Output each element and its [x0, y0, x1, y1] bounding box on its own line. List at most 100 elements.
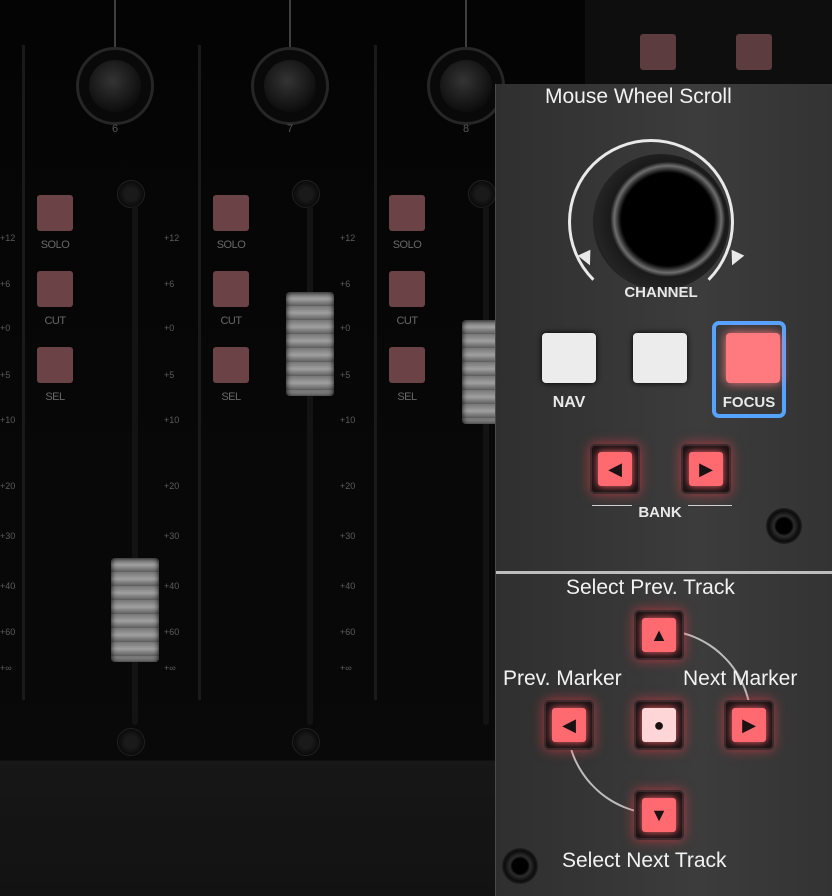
scale-mark: +0 [164, 323, 175, 333]
cut-label: CUT [220, 315, 242, 327]
screw [117, 180, 145, 208]
sel-label: SEL [397, 391, 417, 403]
triangle-left-icon: ◀ [598, 452, 632, 486]
nav-label: NAV [552, 394, 586, 411]
scale-mark: +∞ [340, 663, 352, 673]
scale-mark: +0 [0, 323, 11, 333]
scale-mark: +60 [340, 627, 356, 637]
sel-label: SEL [45, 391, 65, 403]
triangle-left-icon: ◀ [552, 708, 586, 742]
mouse-wheel-scroll-label: Mouse Wheel Scroll [545, 85, 732, 108]
focus-label: FOCUS [722, 394, 776, 411]
scale-mark: +6 [340, 279, 351, 289]
solo-button[interactable] [389, 195, 425, 231]
cut-button[interactable] [213, 271, 249, 307]
channel-strip-7: 7 SOLO CUT SEL [201, 0, 376, 760]
cable [114, 0, 116, 52]
channel-knob[interactable] [251, 47, 329, 125]
channel-label: CHANNEL [624, 284, 698, 301]
channel-number: 6 [111, 123, 119, 135]
scale-mark: +40 [164, 581, 180, 591]
triangle-right-icon: ▶ [732, 708, 766, 742]
bank-right-button[interactable]: ▶ [681, 444, 731, 494]
center-marker-button[interactable]: ● [634, 700, 684, 750]
scale-mark: +6 [0, 279, 11, 289]
select-prev-track-button[interactable]: ▲ [634, 610, 684, 660]
sel-label: SEL [221, 391, 241, 403]
solo-button[interactable] [213, 195, 249, 231]
top-right-panel [585, 0, 832, 84]
select-prev-track-label: Select Prev. Track [566, 576, 735, 599]
scale-mark: +10 [0, 415, 16, 425]
scale-mark: +20 [0, 481, 16, 491]
cut-button[interactable] [37, 271, 73, 307]
bank-left-button[interactable]: ◀ [590, 444, 640, 494]
scale-mark: +40 [0, 581, 16, 591]
solo-label: SOLO [216, 239, 246, 251]
fader-slot [307, 205, 313, 725]
triangle-down-icon: ▼ [642, 798, 676, 832]
bank-label: BANK [638, 504, 682, 521]
jack-bottom [502, 848, 538, 884]
fine-button[interactable] [736, 34, 772, 70]
screw [292, 180, 320, 208]
triangle-right-icon: ▶ [689, 452, 723, 486]
channel-knob[interactable] [76, 47, 154, 125]
next-marker-button[interactable]: ▶ [724, 700, 774, 750]
scale-mark: +20 [340, 481, 356, 491]
solo-label: SOLO [392, 239, 422, 251]
nav-button[interactable] [542, 333, 596, 383]
select-next-track-label: Select Next Track [562, 849, 727, 872]
prev-marker-button[interactable]: ◀ [544, 700, 594, 750]
sel-button[interactable] [37, 347, 73, 383]
channel-strip-6: 6 SOLO CUT SEL [25, 0, 200, 760]
scale-mark: +20 [164, 481, 180, 491]
sel-button[interactable] [213, 347, 249, 383]
scale-mark: +40 [340, 581, 356, 591]
pan-button[interactable] [640, 34, 676, 70]
scale-mark: +∞ [164, 663, 176, 673]
dot-icon: ● [642, 708, 676, 742]
fader-cap[interactable] [286, 292, 334, 396]
scale-mark: +10 [340, 415, 356, 425]
channel-knob[interactable] [427, 47, 505, 125]
focus-button[interactable] [726, 333, 780, 383]
cable [465, 0, 467, 52]
section-divider [496, 571, 832, 574]
channel-number: 7 [286, 123, 294, 135]
scale-mark: +12 [164, 233, 180, 243]
control-panel: Mouse Wheel Scroll CHANNEL NAV FOCUS ◀ ▶… [495, 84, 832, 896]
solo-button[interactable] [37, 195, 73, 231]
cut-label: CUT [396, 315, 418, 327]
solo-label: SOLO [40, 239, 70, 251]
scale-mark: +0 [340, 323, 351, 333]
cable [289, 0, 291, 52]
footswitch-jack [766, 508, 802, 544]
scale-mark: +30 [340, 531, 356, 541]
sel-button[interactable] [389, 347, 425, 383]
scale-mark: +5 [0, 370, 11, 380]
channel-number: 8 [462, 123, 470, 135]
screw [292, 728, 320, 756]
arc-arrow-right-icon [725, 249, 745, 269]
scale-mark: +12 [0, 233, 16, 243]
scale-mark: +∞ [0, 663, 12, 673]
scale-mark: +60 [164, 627, 180, 637]
fader-slot [483, 205, 489, 725]
cut-label: CUT [44, 315, 66, 327]
screw [468, 180, 496, 208]
scale-mark: +10 [164, 415, 180, 425]
cut-button[interactable] [389, 271, 425, 307]
scale-mark: +30 [164, 531, 180, 541]
bank-line [688, 505, 732, 506]
prev-marker-label: Prev. Marker [503, 667, 622, 690]
select-next-track-button[interactable]: ▼ [634, 790, 684, 840]
scale-mark: +30 [0, 531, 16, 541]
blank-button[interactable] [633, 333, 687, 383]
scale-mark: +6 [164, 279, 175, 289]
channel-encoder-knob[interactable] [593, 154, 729, 290]
bank-line [592, 505, 632, 506]
scale-mark: +5 [164, 370, 175, 380]
scale-mark: +12 [340, 233, 356, 243]
fader-cap[interactable] [111, 558, 159, 662]
